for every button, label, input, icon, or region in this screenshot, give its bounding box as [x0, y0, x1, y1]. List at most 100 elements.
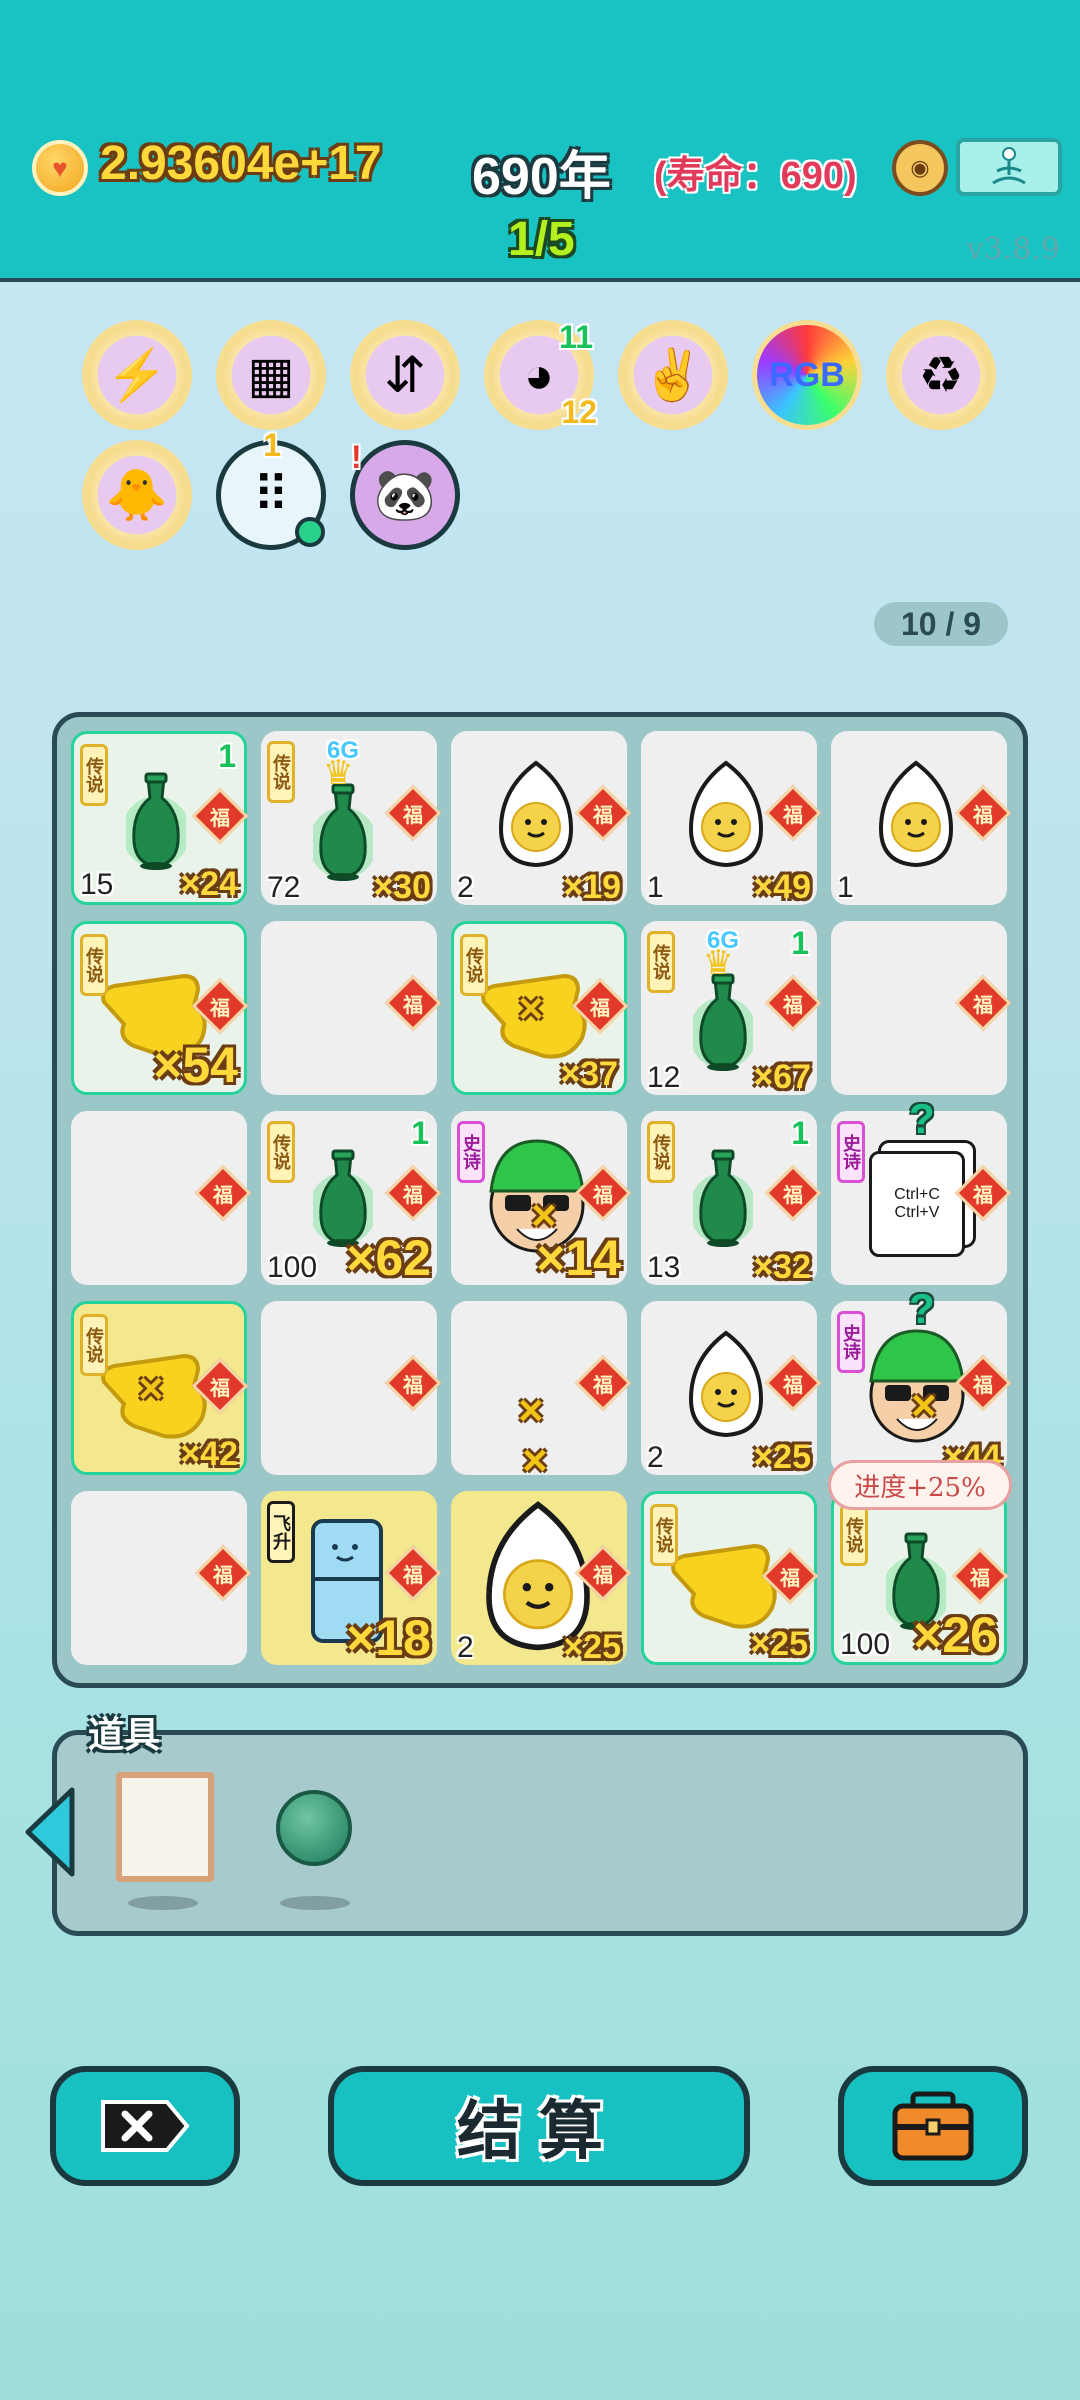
cell-base-value: 13	[647, 1251, 681, 1284]
board-cell-empty[interactable]: 福	[71, 1111, 252, 1285]
rock-hand-icon: ✌	[641, 346, 705, 403]
lightning-relic[interactable]: ⚡	[82, 320, 192, 430]
board-cell-hand-x[interactable]: × 福 传说 ×37	[451, 921, 629, 1095]
fortune-tag-icon: 福	[384, 974, 442, 1032]
shell-relic[interactable]: ◕ 11 12	[484, 319, 597, 430]
rarity-tag: 传说	[460, 934, 488, 996]
recycle-icon: ♻	[918, 347, 964, 403]
fortune-tag-icon: 福	[954, 784, 1012, 842]
shell-icon: ◕	[523, 347, 555, 403]
board-cell-egg[interactable]: 福1	[831, 731, 1012, 905]
jade-ball-tool[interactable]	[276, 1790, 352, 1866]
rarity-tag: 传说	[647, 931, 675, 993]
cell-multiplier: ×49	[753, 868, 811, 906]
board-cell-vase-crown[interactable]: 6G ♛ 福传说 1 12 ×67	[641, 921, 822, 1096]
fortune-tag-icon: 福	[764, 974, 822, 1032]
remove-button[interactable]	[50, 2066, 240, 2186]
pleated-skirt-relic[interactable]: ▦	[216, 320, 326, 430]
version-label: v3.8.9	[966, 232, 1060, 267]
egg-icon	[495, 759, 577, 869]
fortune-label: 福	[970, 1567, 990, 1590]
fortune-tag-icon: 福	[384, 1354, 442, 1412]
gold-coin-icon: ♥	[32, 140, 88, 196]
meditate-button[interactable]	[956, 138, 1062, 196]
fortune-tag-icon: 福	[384, 784, 442, 842]
bowls-relic[interactable]: ⇵	[350, 320, 460, 430]
fortune-tag-icon: 福	[384, 1544, 442, 1602]
board-cell-ctrl[interactable]: Ctrl+C Ctrl+V 福 史诗?	[831, 1095, 1012, 1285]
rarity-tag: 传说	[267, 741, 295, 803]
egg-tray-icon: ⠿	[252, 467, 290, 523]
board-cell-vase[interactable]: 福 传说 1 15 ×24	[71, 731, 249, 905]
board-cell-egg-big[interactable]: 福 2 ×25	[451, 1491, 632, 1666]
board-cell-face[interactable]: × 福史诗 ×14	[451, 1111, 632, 1286]
cell-base-value: 12	[647, 1061, 681, 1094]
fortune-label: 福	[783, 1184, 803, 1207]
board-cell-hand-x[interactable]: × 福 传说 ×42	[71, 1301, 249, 1475]
round-counter: 1/5	[508, 213, 575, 266]
cell-multiplier: ×25	[753, 1438, 811, 1476]
fortune-label: 福	[783, 804, 803, 827]
cell-multiplier: ×19	[563, 868, 621, 906]
rock-hand-relic[interactable]: ✌	[618, 320, 728, 430]
fortune-label: 福	[403, 994, 423, 1017]
fortune-label: 福	[783, 994, 803, 1017]
tool-shadow	[280, 1896, 350, 1910]
board-cell-egg[interactable]: 福 1 ×49	[641, 731, 822, 906]
cell-multiplier: ×42	[180, 1435, 238, 1473]
fortune-label: 福	[780, 1567, 800, 1590]
relic-count-bottom: 12	[561, 394, 597, 430]
crown-icon: ♛	[323, 754, 354, 792]
fortune-label: 福	[210, 1377, 230, 1400]
gold-amount: 2.93604e+17	[100, 137, 382, 190]
fortune-label: 福	[403, 1184, 423, 1207]
board-cell-fridge[interactable]: 福 飞升 ×18	[261, 1491, 442, 1666]
board-cell-egg[interactable]: 福 2 ×25	[641, 1301, 822, 1476]
settle-button[interactable]: 结算	[328, 2066, 750, 2186]
x-marker: ×	[911, 1381, 937, 1430]
board-cell-hand[interactable]: 福 传说 ×25	[641, 1491, 819, 1665]
board-cell-empty[interactable]: 福	[261, 921, 442, 1095]
board-cell-egg[interactable]: 福 2 ×19	[451, 731, 632, 906]
lightning-icon: ⚡	[105, 346, 169, 403]
board-cell-vase[interactable]: 福 传说 100 ×26	[831, 1491, 1009, 1665]
cell-multiplier: ×37	[560, 1055, 618, 1093]
chick-relic[interactable]: 🐥	[82, 440, 192, 550]
shortcut-text: Ctrl+C	[894, 1186, 940, 1203]
tools-prev-arrow-icon[interactable]	[20, 1784, 80, 1880]
chick-icon: 🐥	[105, 466, 169, 523]
fortune-label: 福	[210, 997, 230, 1020]
cell-multiplier: ×18	[346, 1610, 431, 1666]
recycle-relic[interactable]: ♻	[886, 320, 996, 430]
fortune-label: 福	[973, 1374, 993, 1397]
board-cell-hand[interactable]: 福 传说 ×54	[71, 921, 249, 1095]
cell-counter: 1	[411, 1115, 429, 1151]
cell-counter: 1	[791, 925, 809, 961]
egg-tray-relic[interactable]: ⠿ 1	[216, 427, 326, 550]
rgb-relic[interactable]: RGB	[752, 320, 862, 430]
top-bar: ♥ 2.93604e+17 690年 (寿命：690) 1/5 ◉ v3.8.9	[0, 0, 1080, 282]
inventory-button[interactable]	[838, 2066, 1028, 2186]
relic-count-top: 11	[559, 319, 593, 355]
cell-base-value: 1	[837, 871, 854, 904]
cell-multiplier: ×14	[536, 1230, 621, 1286]
fortune-label: 福	[213, 1564, 233, 1587]
cell-base-value: 2	[457, 871, 474, 904]
rarity-tag: 史诗	[837, 1311, 865, 1373]
board-cell-vase-crown[interactable]: 6G ♛ 福传说 72 ×30	[261, 731, 442, 906]
board-cell-face[interactable]: × 福史诗? ×44	[831, 1285, 1012, 1476]
egg-icon	[685, 1329, 767, 1439]
medal-icon[interactable]: ◉	[892, 140, 948, 196]
board-cell-empty[interactable]: 福	[71, 1491, 252, 1665]
panda-icon: 🐼	[373, 466, 437, 523]
cell-base-value: 15	[80, 868, 114, 901]
fortune-tag-icon: 福	[954, 974, 1012, 1032]
board-cell-vase[interactable]: 福 传说 1 13 ×32	[641, 1111, 822, 1286]
board-cell-vase[interactable]: 福 传说 1 100 ×62	[261, 1111, 442, 1286]
picture-frame-tool[interactable]	[116, 1772, 214, 1882]
board-cell-empty[interactable]: 福	[261, 1301, 442, 1475]
fortune-label: 福	[403, 804, 423, 827]
panda-relic[interactable]: 🐼!	[350, 439, 460, 550]
board-cell-empty[interactable]: 福	[831, 921, 1012, 1095]
rarity-tag: 传说	[80, 1314, 108, 1376]
